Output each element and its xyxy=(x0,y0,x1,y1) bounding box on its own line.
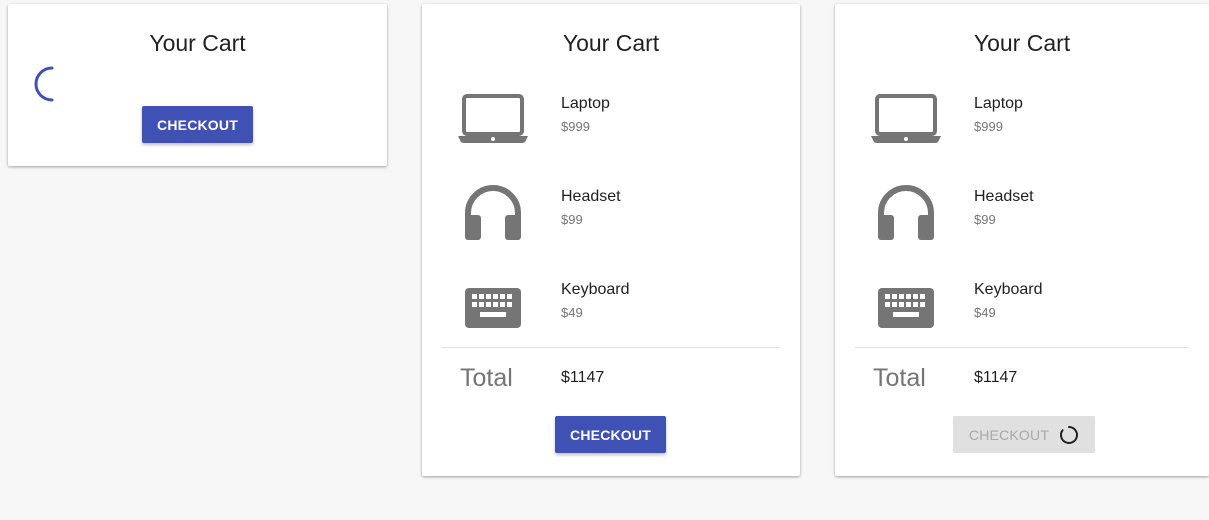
cart-card-loaded: Your Cart Laptop $999 Headset $99 Keyboa… xyxy=(422,4,800,476)
total-value: $1147 xyxy=(561,369,605,386)
cart-item-laptop: Laptop $999 xyxy=(835,86,1209,156)
item-name: Headset xyxy=(561,188,621,205)
checkout-button-disabled[interactable]: CHECKOUT xyxy=(953,416,1095,453)
item-price: $999 xyxy=(561,119,590,134)
divider xyxy=(442,347,780,348)
spinner-icon xyxy=(34,66,54,102)
cart-item-keyboard: Keyboard $49 xyxy=(422,272,800,342)
cart-item-headset: Headset $99 xyxy=(835,179,1209,249)
item-price: $49 xyxy=(974,305,996,320)
keyboard-icon xyxy=(871,274,941,334)
checkout-button-label: CHECKOUT xyxy=(968,426,1050,443)
total-label: Total xyxy=(460,364,513,392)
checkout-button-label: CHECKOUT xyxy=(570,426,651,443)
cart-card-loading: Your Cart CHECKOUT xyxy=(8,4,387,166)
spinner-icon xyxy=(1060,425,1079,444)
item-price: $99 xyxy=(974,212,996,227)
cart-title: Your Cart xyxy=(149,30,246,56)
laptop-icon xyxy=(458,88,528,148)
cart-item-laptop: Laptop $999 xyxy=(422,86,800,156)
item-name: Keyboard xyxy=(974,281,1043,298)
item-price: $49 xyxy=(561,305,583,320)
item-name: Headset xyxy=(974,188,1034,205)
cart-item-headset: Headset $99 xyxy=(422,179,800,249)
headset-icon xyxy=(458,181,528,241)
cart-title: Your Cart xyxy=(562,30,660,56)
checkout-button-label: CHECKOUT xyxy=(157,116,238,133)
item-name: Keyboard xyxy=(561,281,630,298)
divider xyxy=(855,347,1189,348)
keyboard-icon xyxy=(458,274,528,334)
cart-item-keyboard: Keyboard $49 xyxy=(835,272,1209,342)
cart-title: Your Cart xyxy=(973,30,1071,56)
item-name: Laptop xyxy=(974,95,1023,112)
laptop-icon xyxy=(871,88,941,148)
checkout-button[interactable]: CHECKOUT xyxy=(555,416,666,453)
checkout-button[interactable]: CHECKOUT xyxy=(142,106,253,143)
item-price: $999 xyxy=(974,119,1003,134)
item-price: $99 xyxy=(561,212,583,227)
headset-icon xyxy=(871,181,941,241)
cart-card-checking-out: Your Cart Laptop $999 Headset $99 Keyboa… xyxy=(835,4,1209,476)
item-name: Laptop xyxy=(561,95,610,112)
total-value: $1147 xyxy=(974,369,1018,386)
total-label: Total xyxy=(873,364,926,392)
